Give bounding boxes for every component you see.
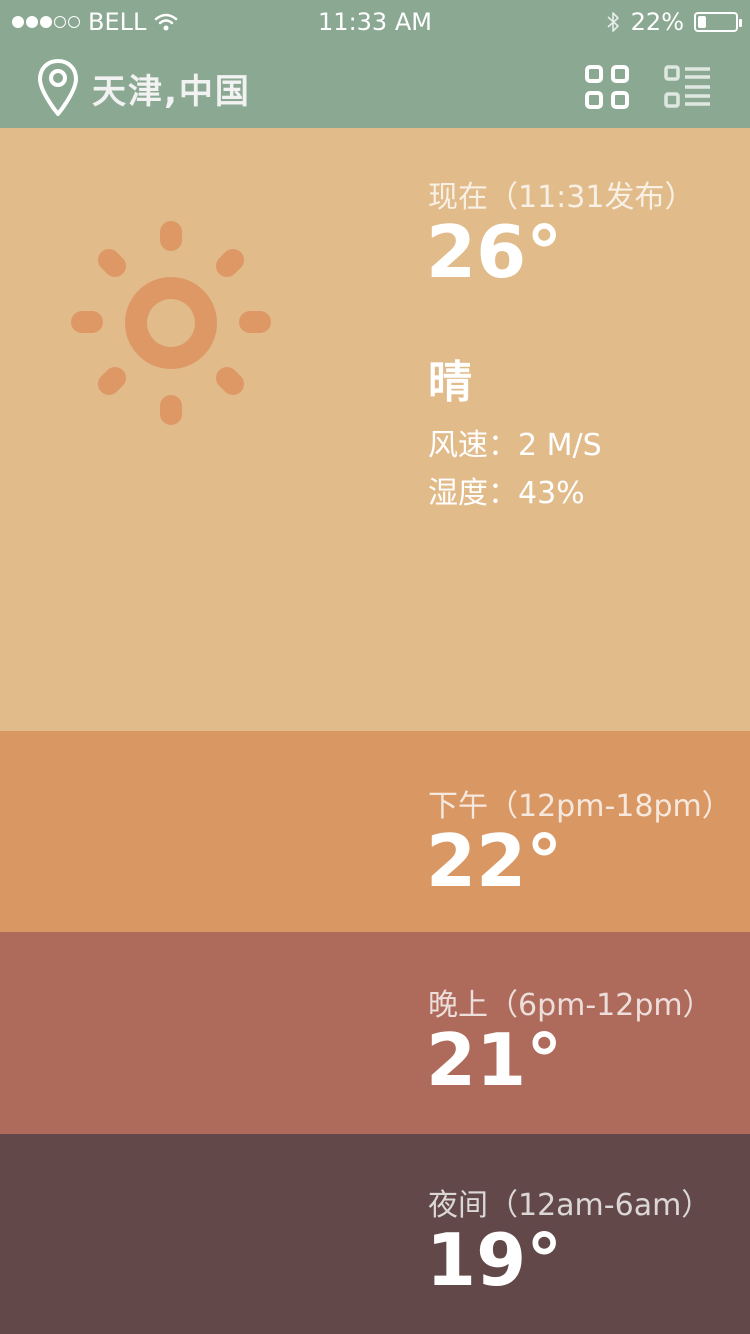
location-button[interactable]: 天津,中国 [36, 58, 251, 118]
forecast-evening[interactable]: 晚上（6pm-12pm） 21° [0, 932, 750, 1134]
period-temperature: 22° [426, 819, 563, 903]
battery-fill [698, 16, 706, 28]
app-header: BELL 11:33 AM 22% 天津,中国 [0, 0, 750, 128]
status-right: 22% [605, 8, 742, 36]
period-temperature: 21° [426, 1018, 563, 1102]
current-weather-panel[interactable]: 现在（11:31发布） 26° 晴 风速：2 M/S 湿度：43% [0, 128, 750, 731]
battery-icon [694, 12, 742, 32]
wind-speed: 风速：2 M/S [428, 428, 602, 463]
forecast-night[interactable]: 夜间（12am-6am） 19° [0, 1134, 750, 1334]
status-bar: BELL 11:33 AM 22% [0, 0, 750, 44]
location-name: 天津,中国 [92, 71, 251, 112]
current-condition: 晴 [428, 357, 472, 408]
grid-view-icon[interactable] [584, 64, 630, 110]
battery-percent: 22% [630, 8, 684, 36]
forecast-afternoon[interactable]: 下午（12pm-18pm） 22° [0, 731, 750, 932]
humidity: 湿度：43% [428, 476, 585, 511]
current-temperature: 26° [426, 210, 563, 294]
view-toolbar [584, 64, 712, 110]
period-temperature: 19° [426, 1218, 563, 1302]
list-view-icon[interactable] [664, 64, 712, 110]
bluetooth-icon [607, 12, 619, 32]
sun-icon [71, 221, 271, 425]
location-pin-icon [38, 59, 78, 116]
